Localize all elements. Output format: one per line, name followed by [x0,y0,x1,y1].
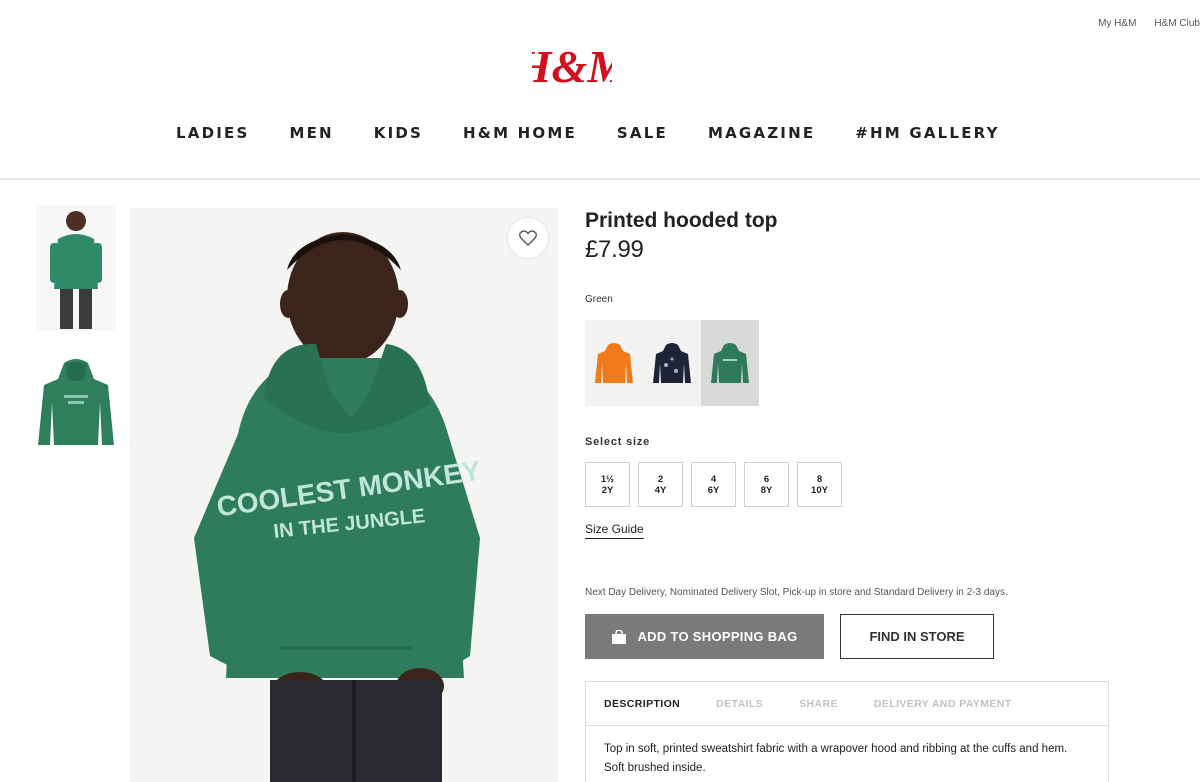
size-option-8y[interactable]: 6 8Y [744,462,789,507]
my-hm-link[interactable]: My H&M [1098,18,1136,29]
nav-hm-gallery[interactable]: #HM GALLERY [855,124,999,142]
nav-sale[interactable]: SALE [617,124,668,142]
size-option-2y[interactable]: 1½ 2Y [585,462,630,507]
hm-club-link[interactable]: H&M Club [1154,18,1200,29]
shopping-bag-icon [612,629,627,644]
orange-hoodie-icon [595,343,633,383]
size-option-top: 6 [763,473,770,485]
thumbnail-model[interactable] [36,205,116,331]
nav-magazine[interactable]: MAGAZINE [708,124,815,142]
select-size-heading: Select size [585,436,651,448]
product-price: £7.99 [585,236,644,263]
size-option-bottom: 6Y [707,484,720,496]
nav-men[interactable]: MEN [289,124,333,142]
size-option-bottom: 2Y [601,484,614,496]
size-option-bottom: 4Y [654,484,667,496]
size-option-10y[interactable]: 8 10Y [797,462,842,507]
nav-hm-home[interactable]: H&M HOME [463,124,577,142]
size-options: 1½ 2Y 2 4Y 4 6Y 6 8Y 8 10Y [585,462,842,507]
size-option-top: 1½ [600,473,615,485]
main-product-image[interactable]: COOLEST MONKEY IN THE JUNGLE [130,208,558,782]
thumbnail-model-image [50,211,102,329]
tab-description[interactable]: DESCRIPTION [604,698,680,710]
header-divider [0,178,1200,180]
navy-hoodie-icon [653,343,691,383]
color-swatch-green[interactable] [701,320,759,406]
nav-kids[interactable]: KIDS [374,124,423,142]
main-nav: LADIES MEN KIDS H&M HOME SALE MAGAZINE #… [176,124,1040,142]
tab-share[interactable]: SHARE [799,698,838,710]
favourite-button[interactable] [508,218,548,258]
product-info-tabs: DESCRIPTION DETAILS SHARE DELIVERY AND P… [585,681,1109,782]
find-in-store-button[interactable]: FIND IN STORE [840,614,994,659]
green-hoodie-icon [711,343,749,383]
add-to-bag-label: ADD TO SHOPPING BAG [637,629,798,644]
logo-text: H&M [532,41,612,92]
thumbnail-product-image [38,359,114,445]
color-swatch-orange[interactable] [585,320,643,406]
color-swatch-navy[interactable] [643,320,701,406]
selected-color-label: Green [585,294,613,305]
find-in-store-label: FIND IN STORE [869,629,965,644]
nav-ladies[interactable]: LADIES [176,124,249,142]
size-option-bottom: 8Y [760,484,773,496]
size-option-top: 2 [657,473,664,485]
thumbnail-product[interactable] [36,355,116,450]
size-option-top: 4 [710,473,717,485]
model-photo: COOLEST MONKEY IN THE JUNGLE [194,232,483,782]
top-links: My H&M H&M Club [1098,18,1200,29]
product-title: Printed hooded top [585,209,778,232]
product-description: Top in soft, printed sweatshirt fabric w… [604,743,1068,774]
tab-bar: DESCRIPTION DETAILS SHARE DELIVERY AND P… [586,682,1108,726]
heart-icon [519,230,537,246]
size-guide-link[interactable]: Size Guide [585,522,644,539]
add-to-bag-button[interactable]: ADD TO SHOPPING BAG [585,614,824,659]
color-swatches [585,320,759,406]
size-option-4y[interactable]: 2 4Y [638,462,683,507]
tab-delivery-and-payment[interactable]: DELIVERY AND PAYMENT [874,698,1012,710]
size-option-top: 8 [816,473,823,485]
hm-logo[interactable]: H&M [532,38,612,94]
tab-details[interactable]: DETAILS [716,698,763,710]
size-option-6y[interactable]: 4 6Y [691,462,736,507]
size-option-bottom: 10Y [811,484,828,496]
delivery-note: Next Day Delivery, Nominated Delivery Sl… [585,587,1008,598]
